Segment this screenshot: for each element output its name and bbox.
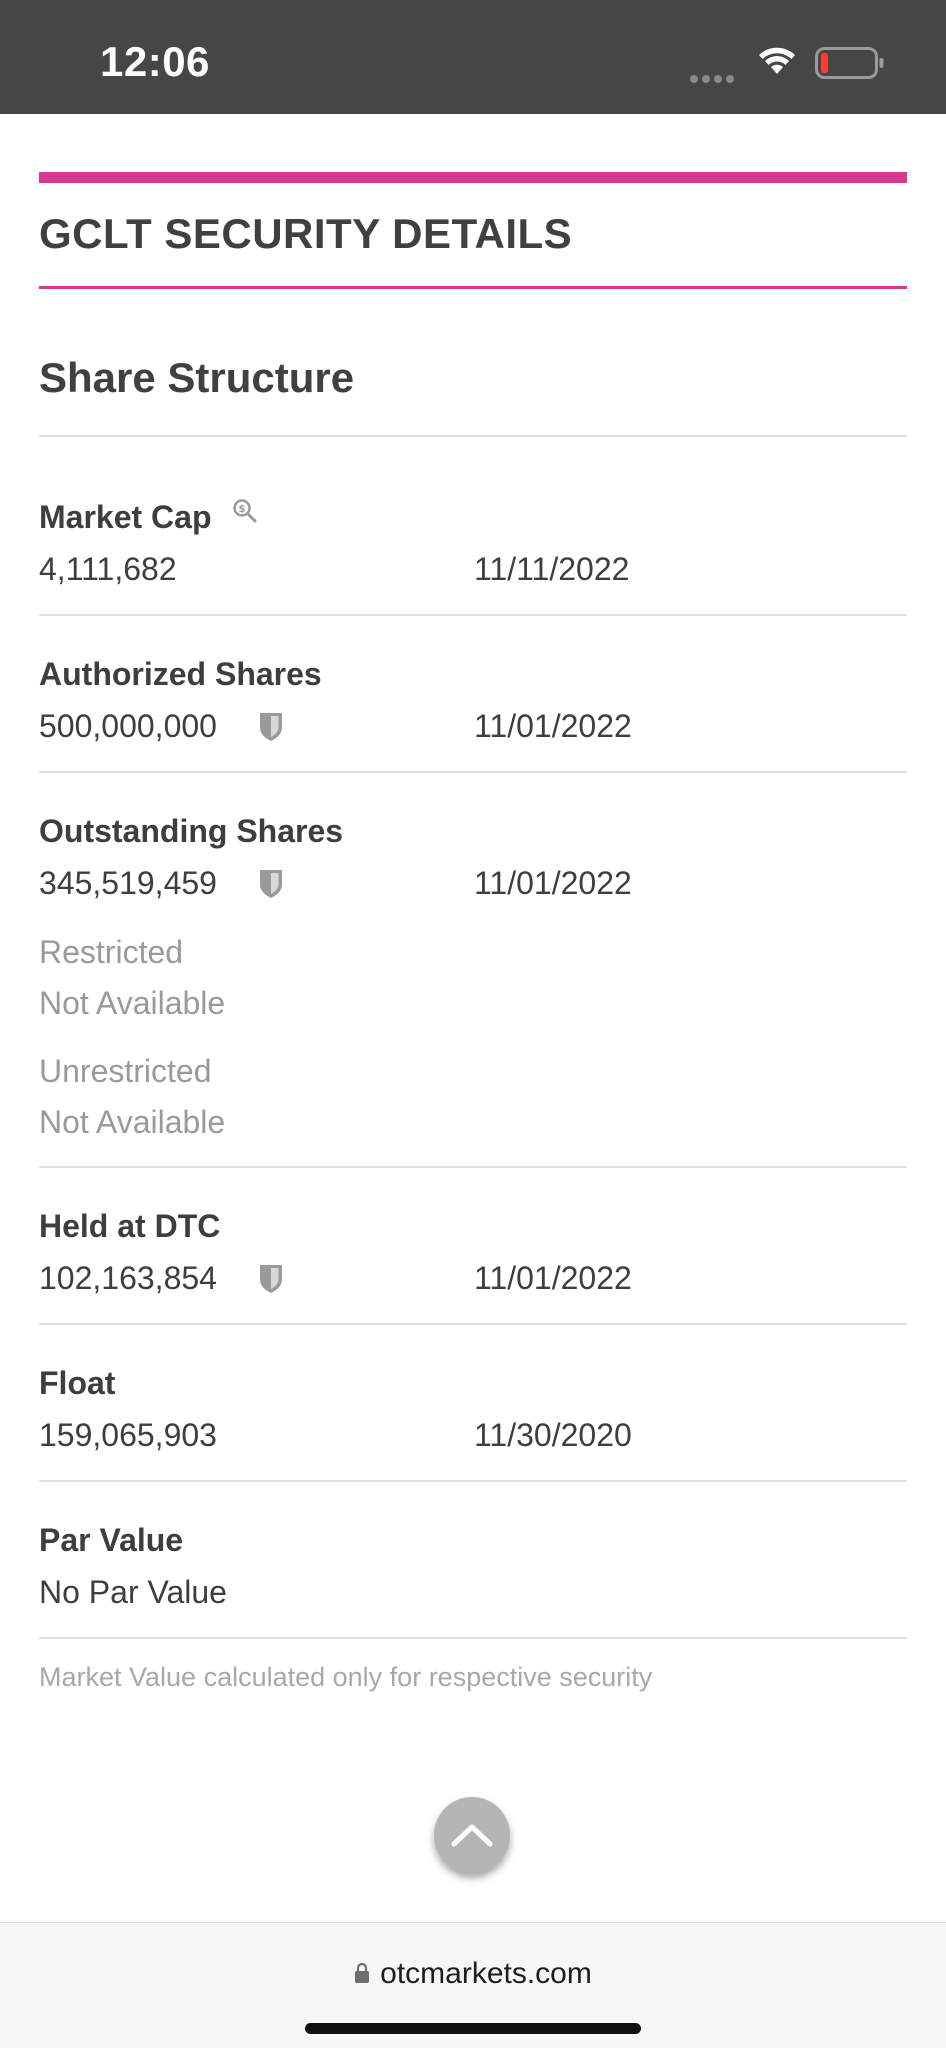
- float-date: 11/30/2020: [474, 1417, 632, 1453]
- url-text[interactable]: otcmarkets.com: [380, 1957, 592, 1990]
- row-divider: [39, 1637, 907, 1639]
- restricted-label: Restricted: [39, 934, 184, 970]
- row-divider: [39, 1323, 907, 1325]
- outstanding-shares-date: 11/01/2022: [474, 865, 632, 901]
- battery-icon: [815, 47, 885, 84]
- market-cap-date: 11/11/2022: [474, 551, 630, 587]
- status-time: 12:06: [100, 38, 210, 85]
- shield-icon[interactable]: [258, 710, 284, 742]
- shield-icon[interactable]: [258, 867, 284, 899]
- unrestricted-value: Not Available: [39, 1104, 226, 1140]
- market-cap-value: 4,111,682: [39, 551, 177, 587]
- par-value-label: Par Value: [39, 1522, 184, 1558]
- par-value-value: No Par Value: [39, 1574, 227, 1610]
- wifi-icon: [756, 44, 798, 81]
- float-value: 159,065,903: [39, 1417, 217, 1453]
- outstanding-shares-value: 345,519,459: [39, 865, 217, 901]
- accent-rule: [39, 172, 907, 183]
- heading-divider: [39, 435, 907, 437]
- lock-icon: [354, 1958, 370, 1992]
- authorized-shares-label: Authorized Shares: [39, 656, 322, 692]
- shield-icon[interactable]: [258, 1262, 284, 1294]
- share-structure-heading: Share Structure: [39, 354, 355, 401]
- scroll-to-top-button[interactable]: [434, 1797, 510, 1873]
- home-indicator[interactable]: [305, 2023, 641, 2034]
- held-at-dtc-date: 11/01/2022: [474, 1260, 632, 1296]
- float-label: Float: [39, 1365, 116, 1401]
- page-title: GCLT SECURITY DETAILS: [39, 210, 573, 257]
- row-divider: [39, 614, 907, 616]
- unrestricted-label: Unrestricted: [39, 1053, 212, 1089]
- held-at-dtc-label: Held at DTC: [39, 1208, 221, 1244]
- outstanding-shares-label: Outstanding Shares: [39, 813, 344, 849]
- footnote: Market Value calculated only for respect…: [39, 1662, 653, 1692]
- title-divider: [39, 286, 907, 289]
- status-bar: 12:06: [0, 0, 946, 114]
- row-divider: [39, 1166, 907, 1168]
- chevron-up-icon: [451, 1824, 493, 1847]
- market-cap-label: Market Cap: [39, 499, 212, 535]
- magnify-dollar-icon[interactable]: $: [232, 498, 258, 524]
- restricted-value: Not Available: [39, 985, 226, 1021]
- svg-text:$: $: [239, 504, 246, 515]
- cellular-signal-icon: [690, 70, 738, 88]
- browser-address-bar[interactable]: otcmarkets.com: [0, 1922, 946, 2048]
- authorized-shares-date: 11/01/2022: [474, 708, 632, 744]
- held-at-dtc-value: 102,163,854: [39, 1260, 217, 1296]
- authorized-shares-value: 500,000,000: [39, 708, 217, 744]
- row-divider: [39, 1480, 907, 1482]
- row-divider: [39, 771, 907, 773]
